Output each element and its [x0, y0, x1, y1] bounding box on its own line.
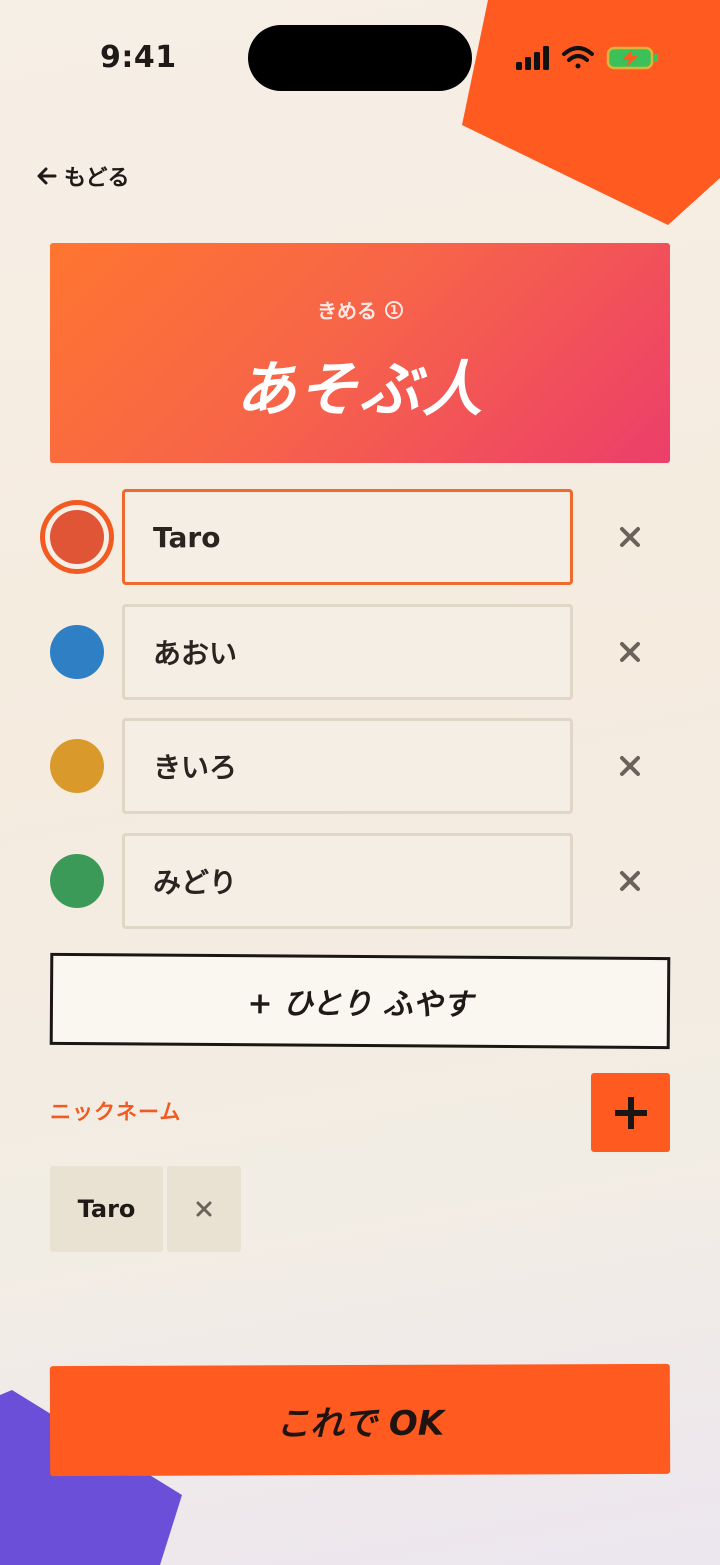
remove-player-button[interactable] [610, 746, 650, 786]
status-icons [516, 46, 658, 70]
add-nickname-button[interactable] [591, 1073, 670, 1152]
status-time: 9:41 [100, 40, 177, 75]
back-label: もどる [64, 166, 130, 191]
player-row [0, 604, 720, 700]
player-row [0, 833, 720, 929]
hero-banner: きめる 1 あそぶ人 [50, 243, 670, 463]
remove-nickname-button[interactable] [167, 1166, 241, 1252]
player-color-dot[interactable] [50, 854, 104, 908]
nickname-label: ニックネーム [50, 1100, 182, 1124]
remove-player-button[interactable] [610, 632, 650, 672]
close-icon [620, 756, 640, 776]
hero-subtitle-text: きめる [317, 299, 377, 323]
battery-charging-icon [606, 46, 658, 70]
step-number-badge: 1 [385, 300, 403, 319]
back-button[interactable]: もどる [36, 160, 130, 192]
close-icon [620, 527, 640, 547]
plus-icon [614, 1096, 647, 1129]
player-row [0, 489, 720, 585]
wifi-icon [562, 46, 594, 69]
arrow-left-icon [37, 167, 57, 185]
add-player-button[interactable]: + ひとり ふやす [49, 952, 671, 1050]
player-name-input[interactable] [122, 604, 573, 700]
player-color-dot[interactable] [50, 739, 104, 793]
player-name-input[interactable] [122, 718, 573, 814]
remove-player-button[interactable] [610, 861, 650, 901]
player-color-dot[interactable] [50, 625, 104, 679]
hero-subtitle: きめる 1 [50, 295, 670, 324]
signal-icon [516, 46, 549, 70]
player-row [0, 718, 720, 814]
close-icon [620, 642, 640, 662]
remove-player-button[interactable] [610, 517, 650, 557]
player-setup-screen: 9:41 もどる きめる 1 あそぶ人 Taro あおい きいろ みどり + ひ… [0, 0, 720, 1565]
player-color-dot[interactable] [50, 510, 104, 564]
player-name-input[interactable] [122, 833, 573, 929]
close-icon [196, 1201, 212, 1217]
player-name-input[interactable] [122, 489, 573, 585]
page-title: あそぶ人 [236, 355, 484, 425]
nickname-chip: Taro [50, 1166, 163, 1252]
close-icon [620, 871, 640, 891]
dynamic-island [248, 25, 472, 91]
confirm-button[interactable]: これで OK [49, 1363, 671, 1477]
